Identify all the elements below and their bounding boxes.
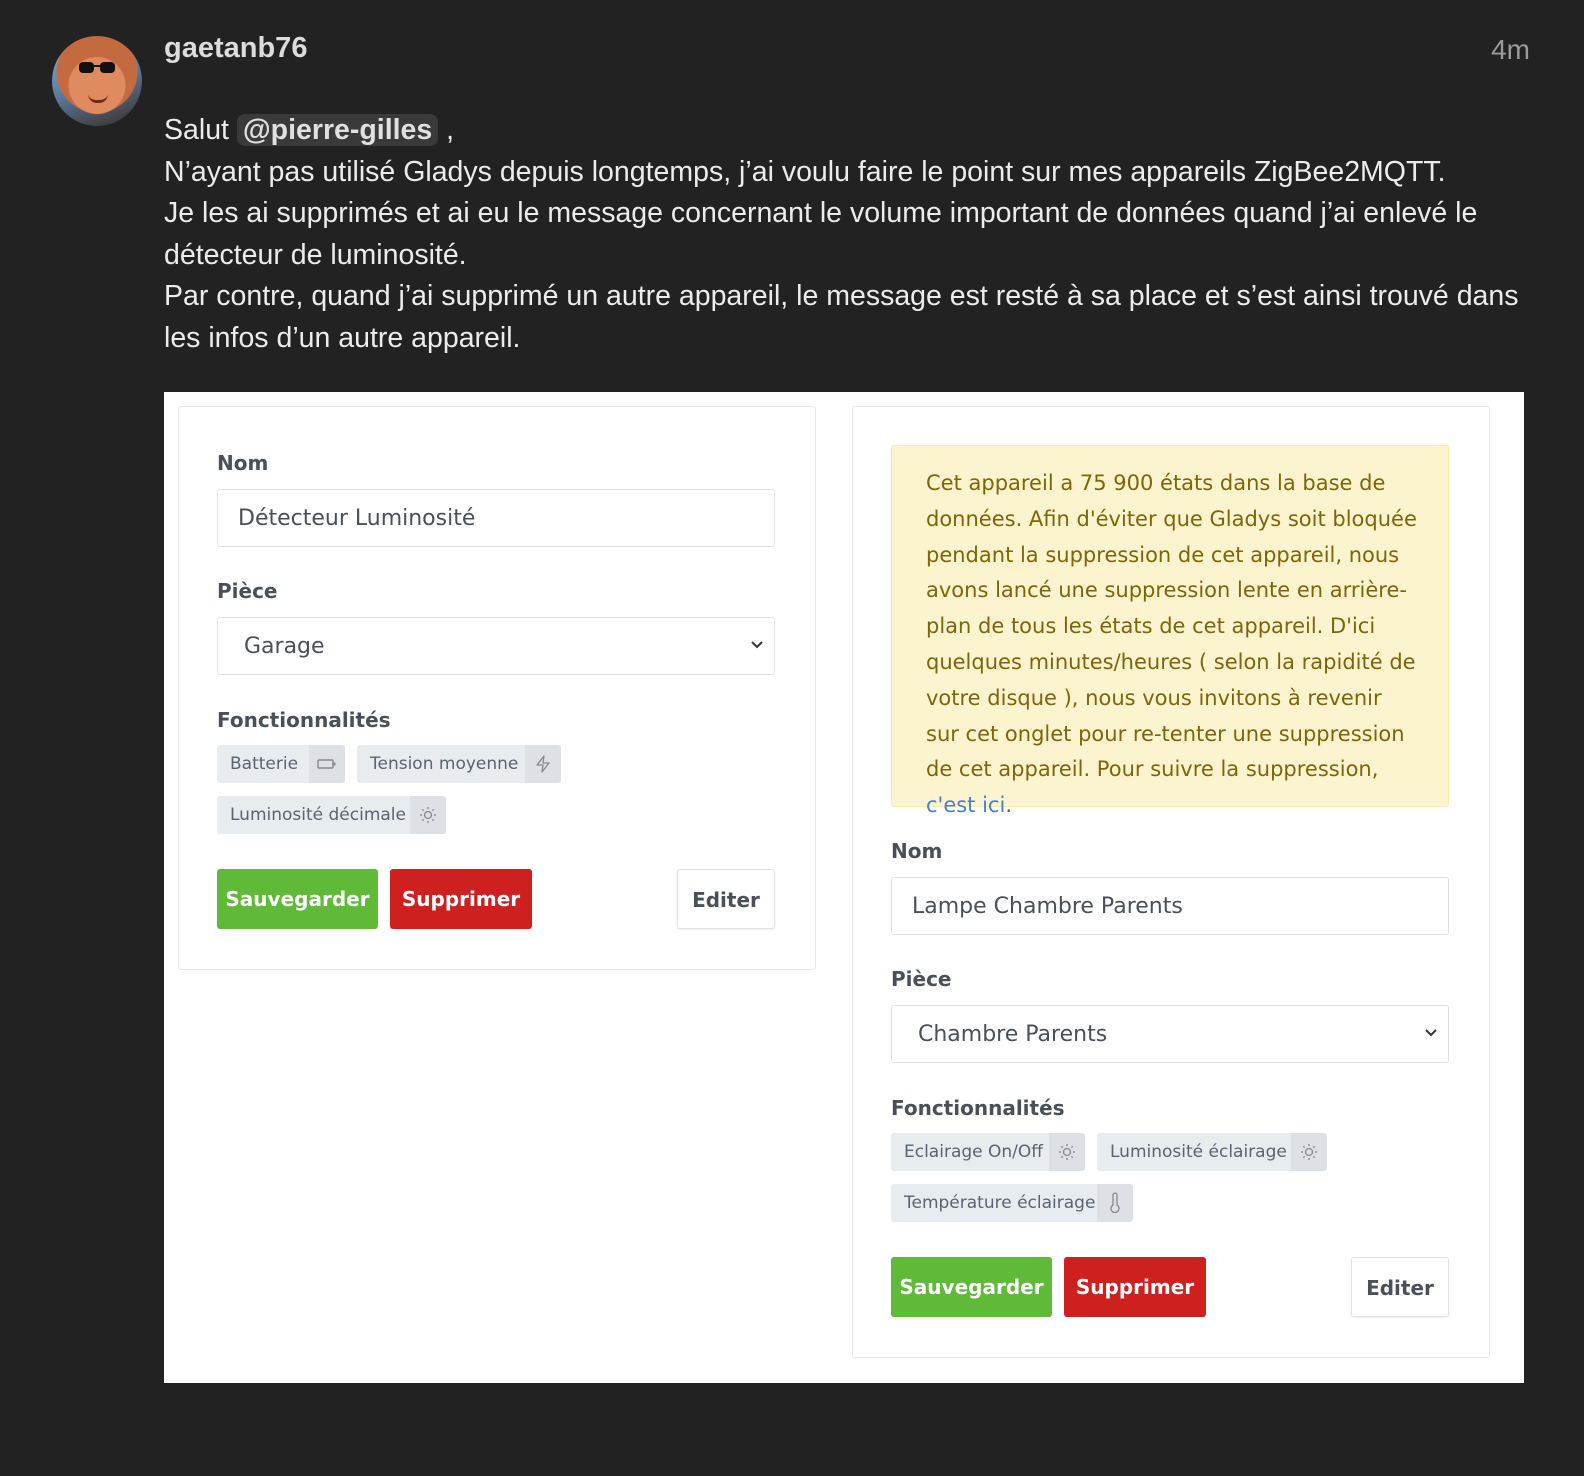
greeting-punct: , (446, 114, 455, 146)
device-card-left: Nom Détecteur Luminosité Pièce Garage Fo… (178, 406, 816, 970)
post-paragraph-2: Je les ai supprimés et ai eu le message … (164, 197, 1478, 271)
greeting-line: Salut @pierre-gilles , (164, 110, 1534, 152)
feature-tag-label: Batterie (230, 754, 299, 774)
features-label: Fonctionnalités (891, 1096, 1065, 1120)
feature-tag-label: Luminosité éclairage (1110, 1142, 1287, 1162)
room-select[interactable]: Garage (217, 617, 775, 675)
sun-icon (410, 796, 446, 834)
name-input[interactable]: Détecteur Luminosité (217, 489, 775, 547)
feature-tag-light-onoff: Eclairage On/Off (891, 1133, 1085, 1171)
post-paragraph-1: N’ayant pas utilisé Gladys depuis longte… (164, 155, 1446, 188)
name-label: Nom (217, 451, 269, 475)
post-paragraph-3: Par contre, quand j’ai supprimé un autre… (164, 280, 1519, 354)
feature-tag-light-brightness: Luminosité éclairage (1097, 1133, 1327, 1171)
edit-button[interactable]: Editer (1351, 1257, 1449, 1317)
post-body: Salut @pierre-gilles , N’ayant pas utili… (164, 110, 1534, 359)
room-select-value: Chambre Parents (918, 1022, 1108, 1047)
room-label: Pièce (891, 967, 952, 991)
save-button[interactable]: Sauvegarder (217, 869, 378, 929)
chevron-down-icon (751, 641, 763, 649)
delete-button[interactable]: Supprimer (1064, 1257, 1206, 1317)
name-input[interactable]: Lampe Chambre Parents (891, 877, 1449, 935)
battery-icon (309, 745, 345, 783)
feature-tag-label: Eclairage On/Off (904, 1142, 1043, 1162)
sun-icon (1049, 1133, 1085, 1171)
user-mention[interactable]: @pierre-gilles (236, 114, 439, 146)
forum-post: gaetanb76 4m Salut @pierre-gilles , N’ay… (0, 0, 1584, 1476)
feature-tag-label: Température éclairage (904, 1193, 1096, 1213)
alert-end: . (1005, 793, 1012, 818)
thermometer-icon (1097, 1184, 1133, 1222)
features-label: Fonctionnalités (217, 708, 391, 732)
feature-tag-voltage: Tension moyenne (357, 745, 561, 783)
edit-button[interactable]: Editer (677, 869, 775, 929)
post-timestamp[interactable]: 4m (1491, 34, 1530, 66)
room-select[interactable]: Chambre Parents (891, 1005, 1449, 1063)
alert-link[interactable]: c'est ici (926, 793, 1005, 817)
post-username[interactable]: gaetanb76 (164, 32, 307, 65)
chevron-down-icon (1425, 1029, 1437, 1037)
feature-tag-light-temperature: Température éclairage (891, 1184, 1133, 1222)
room-label: Pièce (217, 579, 278, 603)
device-card-right: Cet appareil a 75 900 états dans la base… (852, 406, 1490, 1358)
zap-icon (525, 745, 561, 783)
save-button[interactable]: Sauvegarder (891, 1257, 1052, 1317)
feature-tag-label: Tension moyenne (370, 754, 519, 774)
user-avatar[interactable] (52, 36, 142, 126)
sun-icon (1291, 1133, 1327, 1171)
delete-button[interactable]: Supprimer (390, 869, 532, 929)
feature-tag-label: Luminosité décimale (230, 805, 406, 825)
deletion-warning-alert: Cet appareil a 75 900 états dans la base… (891, 445, 1449, 817)
name-label: Nom (891, 839, 943, 863)
greeting-text: Salut (164, 114, 229, 146)
room-select-value: Garage (244, 634, 325, 659)
feature-tag-battery: Batterie (217, 745, 345, 783)
feature-tag-luminosity: Luminosité décimale (217, 796, 446, 834)
alert-text: Cet appareil a 75 900 états dans la base… (926, 471, 1417, 782)
embedded-screenshot[interactable]: Nom Détecteur Luminosité Pièce Garage Fo… (164, 392, 1524, 1383)
avatar-glasses (79, 62, 115, 74)
